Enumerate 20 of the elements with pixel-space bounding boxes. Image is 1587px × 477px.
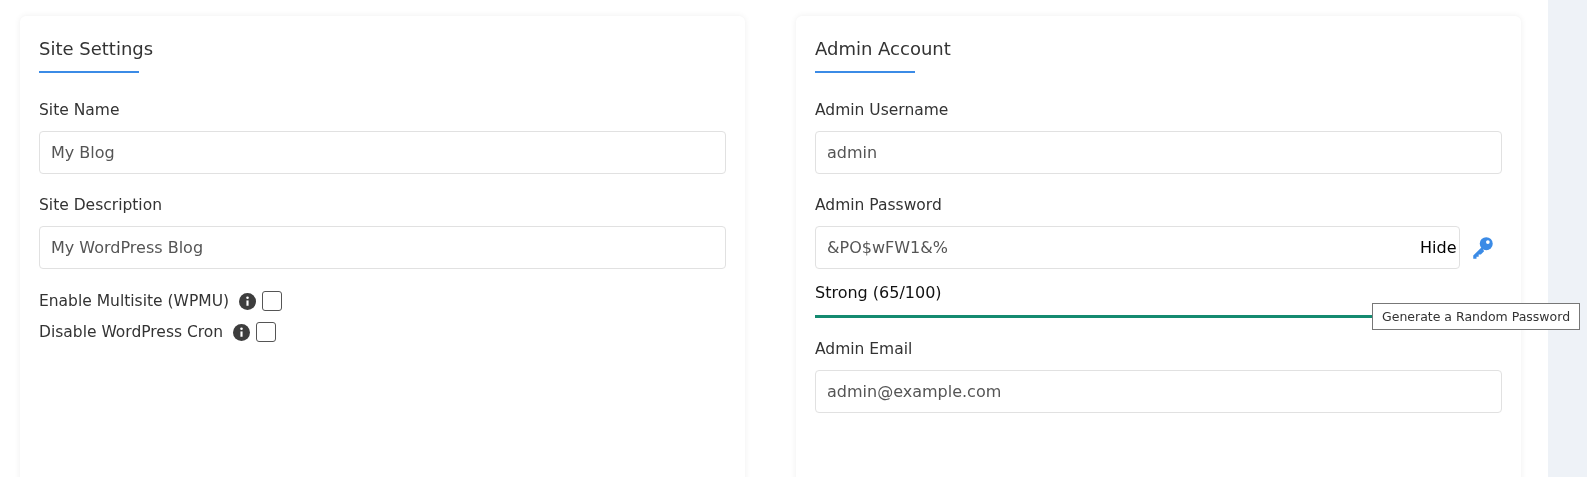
info-icon [239,292,257,310]
tooltip: Generate a Random Password [1372,303,1581,330]
text-field[interactable]: admin@example.com [815,370,1502,413]
option-label: Disable WordPress Cron [39,323,224,341]
text-field[interactable]: admin [815,131,1502,174]
strength-text: Strong (65/100) [815,283,943,302]
checkbox[interactable] [262,291,283,311]
hide-button[interactable]: Hide [1420,238,1457,257]
field-label: Site Name [39,101,121,119]
text-field[interactable]: My WordPress Blog [39,226,726,269]
card-title: Site Settings [39,37,155,59]
field-label: Admin Password [815,196,943,214]
checkbox[interactable] [256,322,277,342]
field-label: Site Description [39,196,163,214]
option-label: Enable Multisite (WPMU) [39,292,230,310]
text-field[interactable]: My Blog [39,131,726,174]
card-title: Admin Account [815,37,952,59]
field-label: Admin Email [815,340,914,358]
info-icon [233,323,251,341]
field-label: Admin Username [815,101,950,119]
